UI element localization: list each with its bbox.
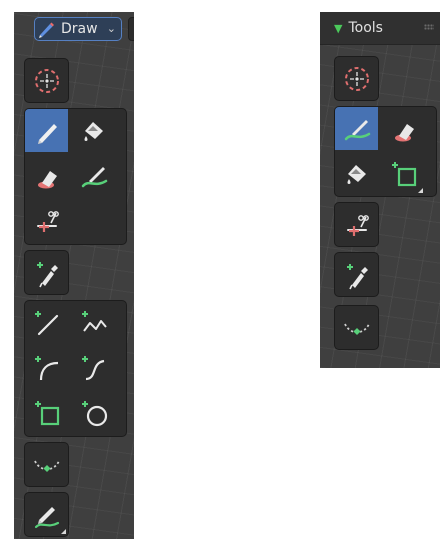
cutter-tool-button[interactable] [25,199,68,242]
select-tool-group [24,58,69,103]
box-tool-button[interactable] [382,152,425,195]
tint-brush-icon [77,159,111,193]
fill-tool-button[interactable] [335,152,378,195]
pencil-icon [39,22,54,38]
interpolate-icon [340,311,374,345]
eraser-icon [30,159,64,193]
fill-bucket-icon [340,157,374,191]
circle-tool-button[interactable] [72,391,115,434]
interpolate-icon [30,448,64,482]
eraser-icon [387,112,421,146]
eyedropper-tool-group [334,252,379,297]
cutter-scissors-icon [30,204,64,238]
eyedropper-tool-group [24,250,69,295]
line-tool-button[interactable] [25,301,68,344]
interpolate-tool-button[interactable] [335,306,378,349]
line-icon [30,306,64,340]
erase-tool-button[interactable] [382,107,425,150]
select-tool-group [334,56,379,101]
drag-grip-icon[interactable] [424,24,434,30]
triangle-down-icon[interactable]: ▼ [334,22,342,35]
tools-panel-header[interactable]: ▼ Tools [320,12,440,45]
polyline-tool-button[interactable] [72,301,115,344]
eyedropper-icon [340,258,374,292]
annotate-tool-group [24,492,69,537]
draw-tools-group [334,106,437,197]
chevron-down-icon: ⌄ [106,22,116,35]
cutter-scissors-icon [340,208,374,242]
interpolate-tool-button[interactable] [25,443,68,486]
circle-icon [77,396,111,430]
pencil-icon [30,114,64,148]
annotate-icon [30,498,64,532]
mode-label: Draw [61,21,98,37]
header-next-control[interactable] [128,17,134,41]
polyline-icon [77,306,111,340]
left-toolbar-panel: Draw ⌄ [14,12,134,539]
right-tools-panel: ▼ Tools [320,12,440,368]
select-circle-tool-button[interactable] [25,59,68,102]
eyedropper-icon [30,256,64,290]
interpolate-tool-group [24,442,69,487]
cutter-tool-button[interactable] [335,203,378,246]
arc-icon [30,351,64,385]
select-circle-tool-button[interactable] [335,57,378,100]
box-icon [30,396,64,430]
select-circle-icon [30,64,64,98]
eyedropper-tool-button[interactable] [25,251,68,294]
draw-tools-group [24,108,127,245]
cutter-tool-group [334,202,379,247]
tint-brush-icon [340,112,374,146]
shape-tools-group [24,300,127,437]
draw-tool-button[interactable] [25,109,68,152]
annotate-tool-button[interactable] [25,493,68,536]
eyedropper-tool-button[interactable] [335,253,378,296]
tint-tool-button[interactable] [72,154,115,197]
box-tool-button[interactable] [25,391,68,434]
box-icon [387,157,421,191]
select-circle-icon [340,62,374,96]
fill-tool-button[interactable] [72,109,115,152]
erase-tool-button[interactable] [25,154,68,197]
fill-bucket-icon [77,114,111,148]
arc-tool-button[interactable] [25,346,68,389]
curve-icon [77,351,111,385]
tools-panel-title: Tools [348,20,383,36]
curve-tool-button[interactable] [72,346,115,389]
mode-dropdown[interactable]: Draw ⌄ [34,17,122,41]
draw-tool-button[interactable] [335,107,378,150]
interpolate-tool-group [334,305,379,350]
